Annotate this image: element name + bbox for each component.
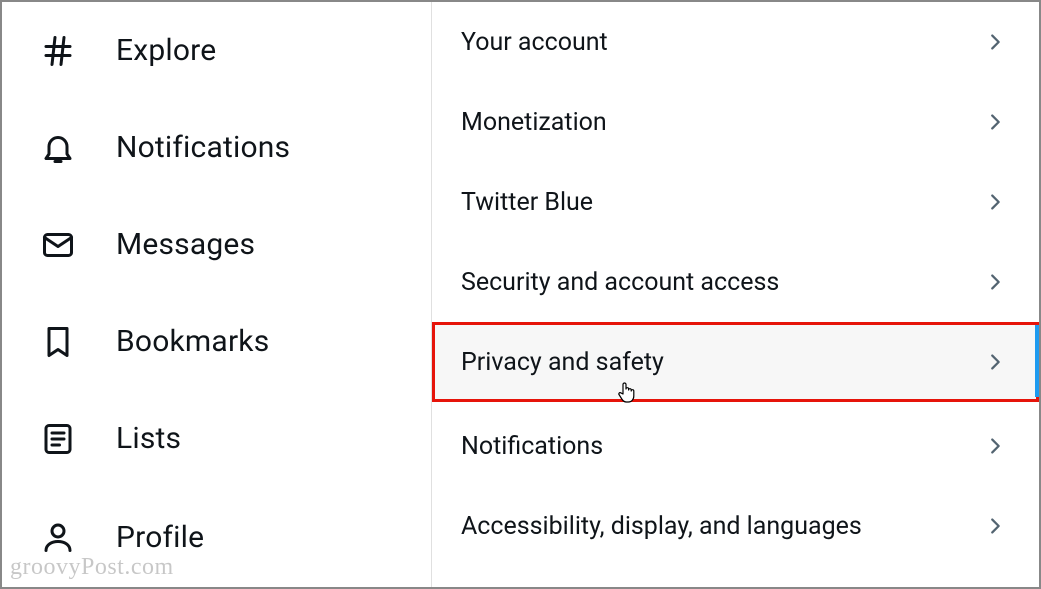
settings-item-your-account[interactable]: Your account	[432, 2, 1039, 82]
settings-label: Monetization	[461, 108, 607, 137]
nav-label-lists: Lists	[116, 421, 181, 456]
settings-list: Your account Monetization Twitter Blue S…	[432, 2, 1039, 587]
nav-item-profile[interactable]: Profile	[2, 487, 431, 567]
nav-label-messages: Messages	[116, 227, 255, 262]
settings-label: Notifications	[461, 432, 603, 461]
nav-item-messages[interactable]: Messages	[2, 196, 431, 293]
settings-item-privacy-safety[interactable]: Privacy and safety	[432, 322, 1039, 402]
settings-item-security-access[interactable]: Security and account access	[432, 242, 1039, 322]
chevron-right-icon	[984, 351, 1006, 373]
hash-icon	[38, 31, 78, 71]
settings-label: Security and account access	[461, 268, 779, 297]
nav-label-bookmarks: Bookmarks	[116, 324, 269, 359]
settings-item-accessibility[interactable]: Accessibility, display, and languages	[432, 486, 1039, 566]
chevron-right-icon	[984, 515, 1006, 537]
chevron-right-icon	[984, 271, 1006, 293]
settings-label: Accessibility, display, and languages	[461, 512, 862, 541]
settings-label: Privacy and safety	[461, 348, 664, 377]
settings-label: Your account	[461, 28, 608, 57]
nav-label-profile: Profile	[116, 520, 204, 555]
settings-item-notifications[interactable]: Notifications	[432, 406, 1039, 486]
chevron-right-icon	[984, 31, 1006, 53]
nav-item-explore[interactable]: Explore	[2, 2, 431, 99]
bell-icon	[38, 128, 78, 168]
nav-item-bookmarks[interactable]: Bookmarks	[2, 293, 431, 390]
bookmark-icon	[38, 322, 78, 362]
nav-item-notifications[interactable]: Notifications	[2, 99, 431, 196]
mail-icon	[38, 225, 78, 265]
active-indicator	[1035, 325, 1039, 397]
profile-icon	[38, 517, 78, 557]
chevron-right-icon	[984, 111, 1006, 133]
settings-item-twitter-blue[interactable]: Twitter Blue	[432, 162, 1039, 242]
nav-item-lists[interactable]: Lists	[2, 390, 431, 487]
primary-nav: Explore Notifications Messages	[2, 2, 432, 587]
chevron-right-icon	[984, 191, 1006, 213]
list-icon	[38, 419, 78, 459]
chevron-right-icon	[984, 435, 1006, 457]
settings-label: Twitter Blue	[461, 188, 593, 217]
settings-item-monetization[interactable]: Monetization	[432, 82, 1039, 162]
nav-label-explore: Explore	[116, 33, 216, 68]
nav-label-notifications: Notifications	[116, 130, 290, 165]
